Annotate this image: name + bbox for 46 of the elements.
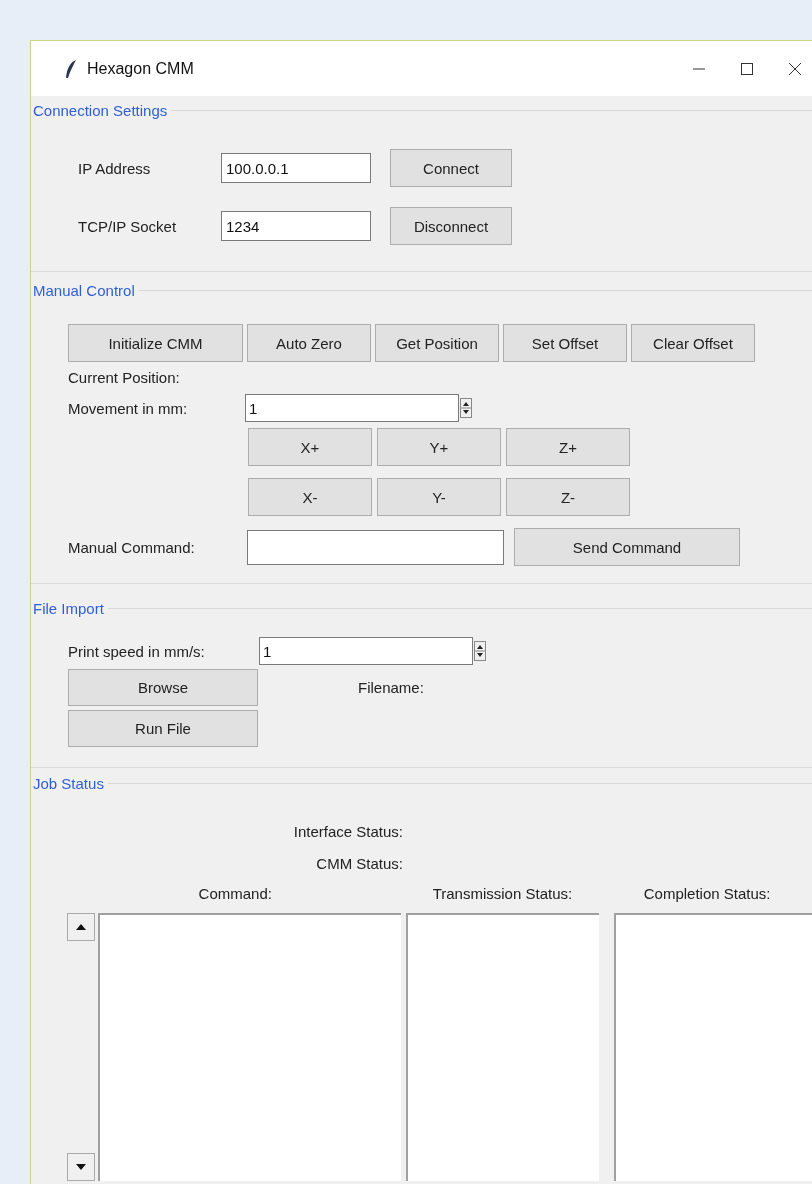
jog-button[interactable]: Y+	[377, 428, 501, 466]
scroll-down-icon[interactable]	[67, 1153, 95, 1181]
jog-button[interactable]: Y-	[377, 478, 501, 516]
column-header: Completion Status:	[642, 885, 772, 904]
section-title: Job Status	[33, 774, 105, 792]
field-label: IP Address	[78, 159, 152, 177]
spin-arrows-icon[interactable]	[460, 398, 472, 418]
maximize-icon[interactable]	[740, 61, 754, 76]
close-icon[interactable]	[788, 61, 802, 76]
jog-button[interactable]: Z-	[506, 478, 630, 516]
scroll-up-icon[interactable]	[67, 913, 95, 941]
control-button[interactable]: Auto Zero	[247, 324, 371, 362]
run-file-button[interactable]: Run File	[68, 710, 258, 747]
jog-button[interactable]: Z+	[506, 428, 630, 466]
section-title: Manual Control	[33, 281, 136, 299]
send-command-button[interactable]: Send Command	[514, 528, 740, 566]
field-label: Movement in mm:	[68, 399, 189, 417]
input-field[interactable]: 100.0.0.1	[221, 153, 371, 183]
input-field[interactable]: 1234	[221, 211, 371, 241]
column-header: Transmission Status:	[431, 885, 574, 904]
field-label: Print speed in mm/s:	[68, 642, 206, 660]
connection-button[interactable]: Connect	[390, 149, 512, 187]
current-position-label: Current Position:	[67, 368, 181, 388]
window-title: Hexagon CMM	[87, 59, 194, 78]
section-title: File Import	[33, 599, 105, 617]
status-label: Interface Status:	[293, 822, 403, 842]
spinbox-field[interactable]: 1	[259, 637, 473, 665]
jog-button[interactable]: X+	[248, 428, 372, 466]
input-field[interactable]	[247, 529, 504, 565]
status-label: CMM Status:	[316, 854, 403, 874]
column-header: Command:	[197, 885, 273, 904]
field-label: TCP/IP Socket	[78, 217, 178, 235]
browse-button[interactable]: Browse	[68, 669, 258, 706]
control-button[interactable]: Clear Offset	[631, 324, 755, 362]
control-button[interactable]: Get Position	[375, 324, 499, 362]
feather-icon	[65, 58, 77, 79]
filename-label: Filename:	[358, 679, 424, 696]
spin-arrows-icon[interactable]	[474, 641, 486, 661]
scrollbar[interactable]	[67, 913, 97, 1181]
spinbox-field[interactable]: 1	[245, 394, 459, 422]
field-label: Manual Command:	[68, 538, 196, 556]
connection-button[interactable]: Disconnect	[390, 207, 512, 245]
control-button[interactable]: Initialize CMM	[68, 324, 243, 362]
section-title: Connection Settings	[33, 101, 169, 119]
control-button[interactable]: Set Offset	[503, 324, 627, 362]
jog-button[interactable]: X-	[248, 478, 372, 516]
